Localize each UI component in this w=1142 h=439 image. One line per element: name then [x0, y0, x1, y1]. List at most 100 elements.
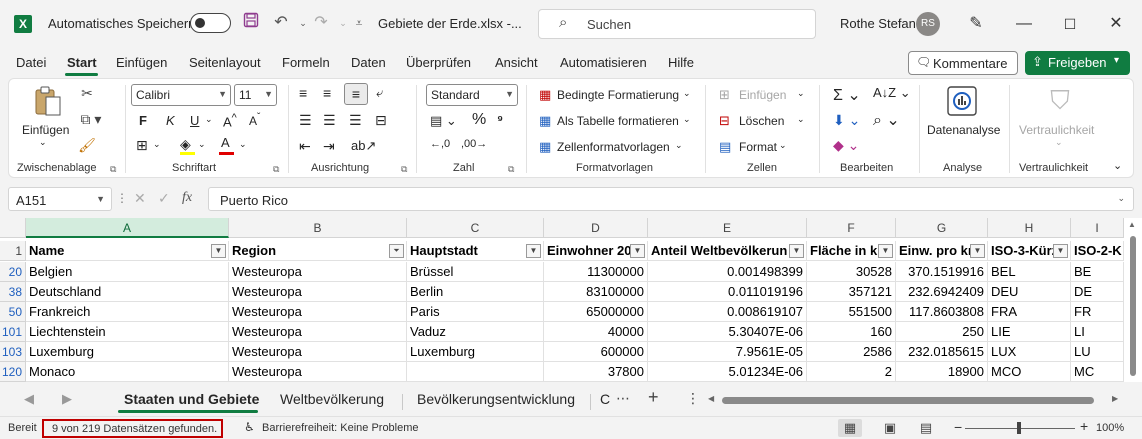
cell-name[interactable]: Luxemburg [26, 342, 229, 362]
header-cell-name[interactable]: Name [26, 241, 229, 261]
increase-font-icon[interactable]: A^ [223, 112, 237, 129]
paste-icon[interactable] [31, 85, 65, 119]
page-layout-icon[interactable]: ▣ [878, 419, 902, 437]
cell-dichte[interactable]: 232.0185615 [896, 342, 988, 362]
row-header[interactable]: 101 [0, 322, 26, 342]
decrease-indent-icon[interactable]: ⇤ [299, 138, 311, 155]
alignment-launcher-icon[interactable]: ⧉ [401, 164, 407, 175]
chevron-down-icon[interactable]: ⌄ [797, 88, 805, 99]
file-title[interactable]: Gebiete der Erde.xlsx -... [378, 16, 522, 31]
borders-icon[interactable]: ⊞ [136, 137, 148, 154]
zoom-in-icon[interactable]: + [1080, 418, 1088, 434]
tab-ansicht[interactable]: Ansicht [495, 55, 538, 70]
cell-region[interactable]: Westeuropa [229, 282, 407, 302]
cell-anteil[interactable]: 7.9561E-05 [648, 342, 807, 362]
maximize-icon[interactable]: ☐ [1058, 12, 1082, 36]
cell-hauptstadt[interactable]: Vaduz [407, 322, 544, 342]
cell-region[interactable]: Westeuropa [229, 302, 407, 322]
select-all-corner[interactable] [0, 218, 26, 238]
horizontal-scrollbar[interactable]: ◀ ▶ [708, 392, 1122, 408]
cell-dichte[interactable]: 18900 [896, 362, 988, 382]
increase-indent-icon[interactable]: ⇥ [323, 138, 335, 155]
cell-hauptstadt[interactable]: Luxemburg [407, 342, 544, 362]
next-sheet-icon[interactable]: ▶ [62, 391, 72, 407]
name-box[interactable]: A151 ▼ [8, 187, 112, 211]
enter-icon[interactable]: ✓ [158, 190, 170, 207]
customize-toolbar-icon[interactable]: ⩡ [348, 12, 370, 34]
cell-flaeche[interactable]: 2586 [807, 342, 896, 362]
tab-ueberpruefen[interactable]: Überprüfen [406, 55, 471, 70]
cancel-icon[interactable]: ✕ [134, 190, 146, 207]
zoom-level[interactable]: 100% [1096, 422, 1124, 434]
comments-button[interactable]: 🗨 Kommentare [908, 51, 1018, 75]
conditional-format-button[interactable]: Bedingte Formatierung [557, 88, 679, 102]
font-color-chevron-icon[interactable]: ⌄ [239, 139, 247, 150]
sheet-options-icon[interactable]: ⋮ [686, 390, 700, 407]
cell-anteil[interactable]: 5.30407E-06 [648, 322, 807, 342]
cell-anteil[interactable]: 0.008619107 [648, 302, 807, 322]
share-button[interactable]: ⇪ Freigeben ▾ [1025, 51, 1130, 75]
column-header-b[interactable]: B [229, 218, 407, 238]
cell-anteil[interactable]: 0.001498399 [648, 262, 807, 282]
number-launcher-icon[interactable]: ⧉ [508, 164, 514, 175]
minimize-icon[interactable]: — [1012, 12, 1036, 36]
filter-dropdown-icon[interactable]: ▼ [526, 244, 541, 258]
cell-anteil[interactable]: 0.011019196 [648, 282, 807, 302]
cell-dichte[interactable]: 117.8603808 [896, 302, 988, 322]
zoom-out-icon[interactable]: − [954, 419, 962, 435]
filter-active-icon[interactable]: ⏷ [389, 244, 404, 258]
tab-einfuegen[interactable]: Einfügen [116, 55, 167, 70]
vertical-scroll-thumb[interactable] [1130, 236, 1136, 376]
column-header-i[interactable]: I [1071, 218, 1124, 238]
cell-flaeche[interactable]: 160 [807, 322, 896, 342]
cell-einwohner[interactable]: 11300000 [544, 262, 648, 282]
cell-iso2[interactable]: LI [1071, 322, 1124, 342]
add-sheet-icon[interactable]: + [648, 387, 659, 408]
underline-chevron-icon[interactable]: ⌄ [205, 114, 213, 125]
filter-dropdown-icon[interactable]: ▼ [1053, 244, 1068, 258]
user-name[interactable]: Rothe Stefan [840, 16, 916, 31]
filter-dropdown-icon[interactable]: ▼ [970, 244, 985, 258]
cell-flaeche[interactable]: 551500 [807, 302, 896, 322]
cell-einwohner[interactable]: 65000000 [544, 302, 648, 322]
paste-chevron-icon[interactable]: ⌄ [39, 137, 47, 148]
column-header-f[interactable]: F [807, 218, 896, 238]
expand-formula-icon[interactable]: ⌄ [1117, 193, 1125, 204]
column-header-e[interactable]: E [648, 218, 807, 238]
header-cell-hauptstadt[interactable]: Hauptstadt [407, 241, 544, 261]
font-launcher-icon[interactable]: ⧉ [273, 164, 279, 175]
close-icon[interactable]: ✕ [1104, 12, 1128, 36]
avatar[interactable]: RS [916, 12, 940, 36]
filter-dropdown-icon[interactable]: ▼ [630, 244, 645, 258]
horizontal-scroll-thumb[interactable] [722, 397, 1094, 404]
font-name-select[interactable]: Calibri ▼ [131, 84, 231, 106]
tab-datei[interactable]: Datei [16, 55, 46, 70]
tab-daten[interactable]: Daten [351, 55, 386, 70]
cell-region[interactable]: Westeuropa [229, 362, 407, 382]
fill-chevron-icon[interactable]: ⌄ [198, 139, 206, 150]
filter-dropdown-icon[interactable]: ▼ [878, 244, 893, 258]
align-middle-icon[interactable]: ≡ [323, 85, 331, 101]
cut-icon[interactable]: ✂ [77, 85, 97, 102]
find-select-icon[interactable]: ⌕ ⌄ [873, 110, 900, 130]
cell-iso2[interactable]: MC [1071, 362, 1124, 382]
header-cell-region[interactable]: Region [229, 241, 407, 261]
cell-flaeche[interactable]: 30528 [807, 262, 896, 282]
cell-einwohner[interactable]: 83100000 [544, 282, 648, 302]
borders-chevron-icon[interactable]: ⌄ [153, 139, 161, 150]
scroll-up-icon[interactable]: ▲ [1128, 220, 1136, 229]
wrap-text-icon[interactable]: ⤶ [376, 85, 383, 101]
scroll-left-icon[interactable]: ◀ [708, 394, 714, 403]
sheet-tab-staaten[interactable]: Staaten und Gebiete [124, 391, 259, 407]
prev-sheet-icon[interactable]: ◀ [24, 391, 34, 407]
chevron-down-icon[interactable]: ⌄ [779, 140, 787, 151]
more-sheets-icon[interactable]: ⋯ [616, 390, 630, 407]
row-header[interactable]: 120 [0, 362, 26, 382]
percent-icon[interactable]: % [472, 111, 486, 129]
cell-region[interactable]: Westeuropa [229, 322, 407, 342]
font-color-icon[interactable]: A [221, 135, 230, 150]
sheet-tab-more[interactable]: C [600, 391, 610, 407]
designer-icon[interactable]: ✎ [964, 12, 988, 36]
clipboard-launcher-icon[interactable]: ⧉ [110, 164, 116, 175]
cell-iso2[interactable]: BE [1071, 262, 1124, 282]
